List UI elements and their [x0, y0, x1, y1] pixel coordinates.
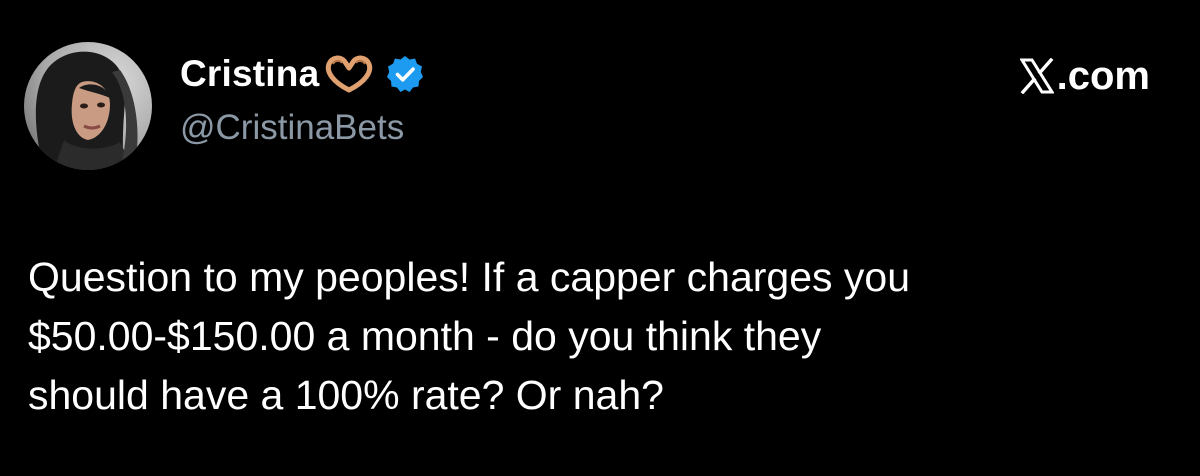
avatar[interactable] — [24, 42, 152, 170]
name-row: Cristina — [180, 50, 425, 98]
user-handle[interactable]: @CristinaBets — [180, 108, 404, 148]
tweet-text-line: $50.00-$150.00 a month - do you think th… — [28, 313, 822, 359]
tweet-text-line: Question to my peoples! If a capper char… — [28, 254, 911, 300]
source-domain: .com — [1056, 53, 1150, 98]
tweet-text: Question to my peoples! If a capper char… — [28, 248, 1178, 425]
source-link[interactable]: .com — [1019, 53, 1150, 98]
heart-hands-icon — [323, 54, 375, 94]
verified-badge-icon[interactable] — [385, 54, 425, 94]
x-logo-icon — [1019, 58, 1054, 94]
tweet-card: Cristina @CristinaBets .com Question to … — [0, 0, 1200, 476]
display-name[interactable]: Cristina — [180, 53, 319, 95]
tweet-text-line: should have a 100% rate? Or nah? — [28, 372, 664, 418]
